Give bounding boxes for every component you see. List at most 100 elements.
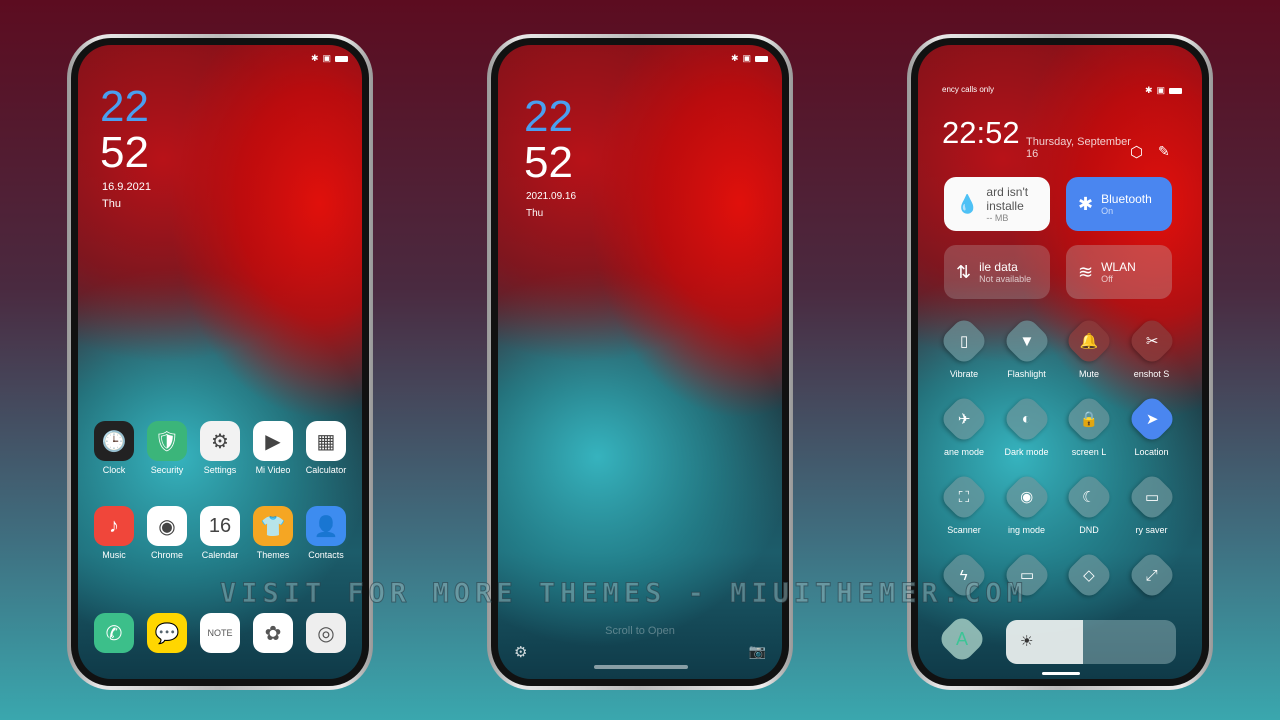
- app-icon: 🛡: [147, 421, 187, 461]
- dock-notes[interactable]: NOTE: [195, 613, 245, 657]
- tile-subtitle: Not available: [979, 274, 1032, 284]
- toggle-1[interactable]: ▼ Flashlight: [997, 315, 1057, 379]
- dock-gallery[interactable]: ✿: [248, 613, 298, 657]
- app-music[interactable]: ♪ Music: [89, 506, 139, 560]
- date: 2021.09.16: [526, 191, 577, 202]
- notes-icon: NOTE: [200, 613, 240, 653]
- clock-hour: 22: [100, 82, 149, 131]
- toggle-icon: ▯: [959, 332, 969, 350]
- watermark: VISIT FOR MORE THEMES - MIUITHEMER.COM: [220, 578, 1028, 610]
- toggle-10[interactable]: ☾ DND: [1059, 471, 1119, 535]
- tile-icon: 💧: [956, 193, 979, 214]
- toggle-4[interactable]: ✈ ane mode: [934, 393, 994, 457]
- clock-minute: 52: [524, 138, 573, 187]
- app-label: Security: [150, 465, 184, 475]
- app-clock[interactable]: 🕒 Clock: [89, 421, 139, 475]
- app-icon: 👤: [306, 506, 346, 546]
- toggle-label: Scanner: [947, 525, 981, 535]
- gallery-icon: ✿: [253, 613, 293, 653]
- tile-title: Bluetooth: [1101, 192, 1152, 206]
- camera-icon[interactable]: 📷: [749, 643, 766, 660]
- date: Thursday, September 16: [1026, 136, 1131, 160]
- app-security[interactable]: 🛡 Security: [142, 421, 192, 475]
- clock-minute: 52: [100, 128, 149, 177]
- toggle-icon: ◇: [1083, 566, 1095, 584]
- toggle-8[interactable]: ⛶ Scanner: [934, 471, 994, 535]
- messages-icon: 💬: [147, 613, 187, 653]
- toggle-9[interactable]: ◉ ing mode: [997, 471, 1057, 535]
- battery-icon: [755, 55, 768, 62]
- brightness-slider[interactable]: ☀: [1006, 620, 1176, 664]
- status-bar: ✱ ▣: [1145, 85, 1182, 96]
- dock-phone[interactable]: ✆: [89, 613, 139, 657]
- toggle-icon: ✂: [1145, 332, 1158, 350]
- toggle-11[interactable]: ▭ ry saver: [1122, 471, 1182, 535]
- toggle-15[interactable]: ⤢: [1122, 549, 1182, 603]
- app-label: Clock: [102, 465, 126, 475]
- app-chrome[interactable]: ◉ Chrome: [142, 506, 192, 560]
- toggle-icon: 🔔: [1079, 333, 1099, 350]
- toggle-2[interactable]: 🔔 Mute: [1059, 315, 1119, 379]
- app-label: Chrome: [150, 550, 183, 560]
- tile-3[interactable]: ≋ WLAN Off: [1066, 245, 1172, 299]
- toggle-label: DND: [1079, 525, 1099, 535]
- toggle-label: Mute: [1078, 369, 1099, 379]
- tile-icon: ≋: [1078, 261, 1094, 282]
- sun-icon: ☀: [1020, 633, 1034, 650]
- app-icon: 👕: [253, 506, 293, 546]
- brightness-fill: [1006, 620, 1083, 664]
- phone-icon: ✆: [94, 613, 134, 653]
- tile-1[interactable]: ✱ Bluetooth On: [1066, 177, 1172, 231]
- edit-icon[interactable]: ✎: [1158, 143, 1170, 160]
- tile-subtitle: On: [1101, 206, 1114, 216]
- toggle-5[interactable]: ◐ Dark mode: [997, 393, 1057, 457]
- tile-0[interactable]: 💧 ard isn't installe -- MB: [944, 177, 1050, 231]
- app-label: Settings: [203, 465, 237, 475]
- app-themes[interactable]: 👕 Themes: [248, 506, 298, 560]
- home-bar[interactable]: [1042, 672, 1080, 675]
- toggle-0[interactable]: ▯ Vibrate: [934, 315, 994, 379]
- app-contacts[interactable]: 👤 Contacts: [301, 506, 351, 560]
- toggle-3[interactable]: ✂ enshot S: [1122, 315, 1182, 379]
- app-icon: 🕒: [94, 421, 134, 461]
- toggle-7[interactable]: ➤ Location: [1122, 393, 1182, 457]
- app-mi-video[interactable]: ▶ Mi Video: [248, 421, 298, 475]
- app-label: Music: [102, 550, 126, 560]
- dock-camera[interactable]: ◎: [301, 613, 351, 657]
- auto-brightness-button[interactable]: A: [936, 613, 988, 665]
- toggle-icon: ☾: [1082, 488, 1096, 506]
- app-icon: ◉: [147, 506, 187, 546]
- tile-2[interactable]: ⇅ ile data Not available: [944, 245, 1050, 299]
- carrier-text: ency calls only: [942, 85, 995, 94]
- toggle-6[interactable]: 🔒 screen L: [1059, 393, 1119, 457]
- settings-icon[interactable]: ⬡: [1130, 143, 1143, 161]
- settings-icon[interactable]: ⚙: [514, 643, 527, 661]
- toggle-label: Dark mode: [1004, 447, 1049, 457]
- toggle-label: enshot S: [1133, 369, 1170, 379]
- battery-icon: [335, 55, 348, 62]
- toggle-label: ing mode: [1007, 525, 1046, 535]
- toggle-icon: ◉: [1019, 489, 1034, 506]
- toggle-icon: ⛶: [958, 488, 970, 506]
- app-settings[interactable]: ⚙ Settings: [195, 421, 245, 475]
- home-bar[interactable]: [594, 665, 688, 669]
- weekday: Thu: [526, 208, 544, 219]
- status-bar: ✱ ▣: [731, 53, 768, 64]
- battery-icon: [1169, 87, 1182, 94]
- app-icon: 16: [200, 506, 240, 546]
- app-label: Mi Video: [255, 465, 291, 475]
- toggle-label: Flashlight: [1007, 369, 1046, 379]
- clock-hour: 22: [524, 92, 573, 141]
- toggle-label: ry saver: [1135, 525, 1168, 535]
- tile-icon: ⇅: [956, 261, 972, 282]
- dock-messages[interactable]: 💬: [142, 613, 192, 657]
- weekday: Thu: [102, 198, 121, 210]
- time: 22:52: [942, 115, 1020, 150]
- toggle-icon: ▭: [1144, 489, 1159, 506]
- tile-title: WLAN: [1101, 260, 1136, 274]
- toggle-14[interactable]: ◇: [1059, 549, 1119, 603]
- app-calculator[interactable]: ▦ Calculator: [301, 421, 351, 475]
- tile-title: ard isn't installe: [986, 185, 1029, 213]
- app-label: Calendar: [201, 550, 239, 560]
- app-calendar[interactable]: 16 Calendar: [195, 506, 245, 560]
